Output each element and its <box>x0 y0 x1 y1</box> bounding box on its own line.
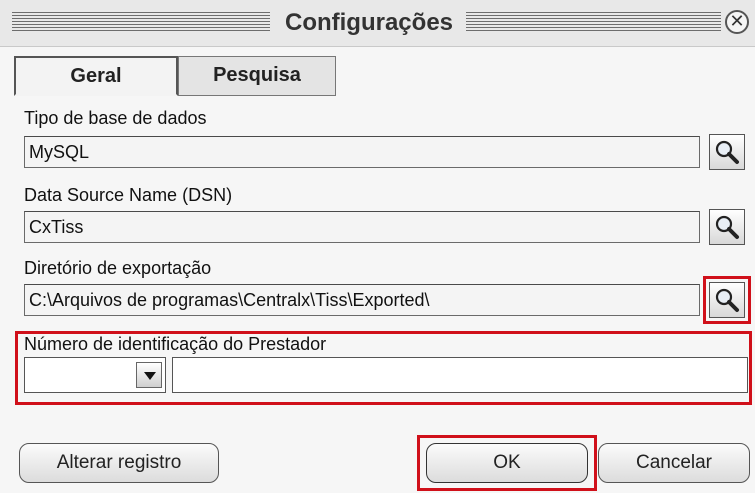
magnifier-icon <box>715 215 739 239</box>
tab-geral[interactable]: Geral <box>14 56 178 96</box>
tab-pesquisa[interactable]: Pesquisa <box>178 56 336 96</box>
provider-id-label: Número de identificação do Prestador <box>24 334 327 354</box>
db-type-browse-button[interactable] <box>709 134 745 170</box>
close-icon[interactable]: ✕ <box>725 10 749 34</box>
triangle-down-icon[interactable] <box>136 362 162 388</box>
db-type-label: Tipo de base de dados <box>24 108 207 128</box>
provider-id-input[interactable] <box>172 357 748 393</box>
title-bar[interactable]: Configurações ✕ <box>0 0 755 47</box>
window-title: Configurações <box>284 9 454 36</box>
change-registry-button[interactable]: Alterar registro <box>19 443 219 483</box>
db-type-field[interactable]: MySQL <box>24 136 700 168</box>
ok-button[interactable]: OK <box>426 443 588 483</box>
dsn-field[interactable]: CxTiss <box>24 211 700 243</box>
export-dir-field[interactable]: C:\Arquivos de programas\Centralx\Tiss\E… <box>24 284 700 316</box>
export-dir-browse-button[interactable] <box>709 282 745 318</box>
dsn-label: Data Source Name (DSN) <box>24 185 233 205</box>
provider-id-type-select[interactable] <box>24 357 166 393</box>
title-stripes-right <box>466 12 721 32</box>
magnifier-icon <box>715 288 739 312</box>
magnifier-icon <box>715 140 739 164</box>
dsn-browse-button[interactable] <box>709 209 745 245</box>
settings-window: Configurações ✕ Geral Pesquisa Tipo de b… <box>0 0 755 493</box>
cancel-button[interactable]: Cancelar <box>598 443 750 483</box>
title-stripes-left <box>12 12 270 32</box>
export-dir-label: Diretório de exportação <box>24 258 212 278</box>
